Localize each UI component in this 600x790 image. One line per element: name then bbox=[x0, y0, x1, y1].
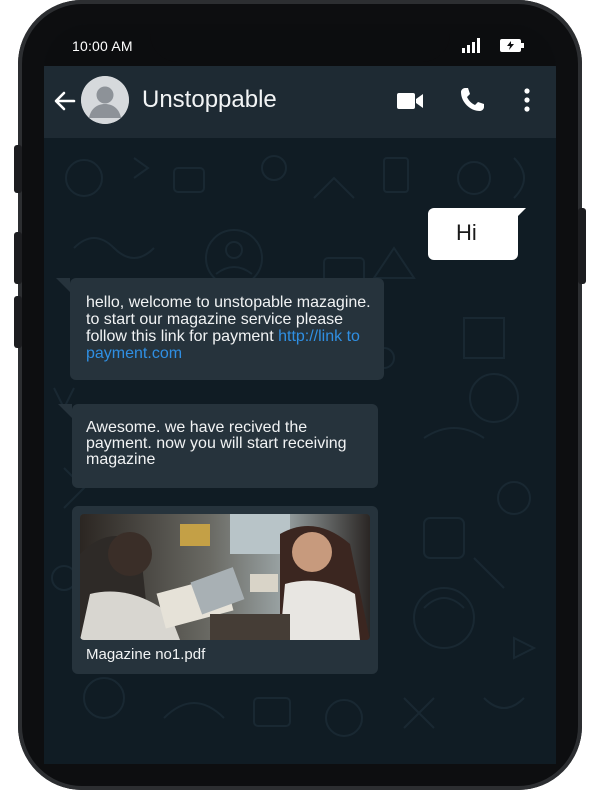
incoming-bubble-tail bbox=[56, 278, 70, 292]
arrow-back-icon[interactable] bbox=[52, 88, 78, 114]
phone-icon[interactable] bbox=[458, 86, 486, 114]
signal-icon bbox=[462, 38, 480, 53]
message-text: Awesome. we have recived the payment. no… bbox=[86, 419, 347, 468]
incoming-bubble-tail bbox=[58, 404, 72, 418]
volume-up-button bbox=[14, 232, 22, 284]
outgoing-message[interactable]: Hi bbox=[428, 208, 518, 260]
attachment-message[interactable]: Magazine no1.pdf bbox=[72, 506, 378, 674]
attachment-filename: Magazine no1.pdf bbox=[86, 646, 206, 663]
status-time: 10:00 AM bbox=[72, 38, 133, 54]
incoming-message[interactable]: Awesome. we have recived the payment. no… bbox=[72, 404, 378, 488]
message-text: hello, welcome to unstopable mazagine. t… bbox=[86, 294, 376, 362]
mute-switch bbox=[14, 145, 22, 193]
phone-screen: 10:00 AM Unstoppable Hi hello, welcome t… bbox=[44, 24, 556, 764]
more-vertical-icon[interactable] bbox=[518, 86, 536, 114]
magazine-reading-photo bbox=[80, 514, 370, 640]
incoming-message[interactable]: hello, welcome to unstopable mazagine. t… bbox=[70, 278, 384, 380]
battery-icon bbox=[500, 39, 524, 52]
user-avatar-icon bbox=[81, 76, 129, 124]
status-bar: 10:00 AM bbox=[44, 24, 556, 66]
chat-area[interactable]: Hi hello, welcome to unstopable mazagine… bbox=[44, 138, 556, 764]
video-camera-icon[interactable] bbox=[396, 90, 424, 112]
power-button bbox=[578, 208, 586, 284]
notch bbox=[150, 24, 450, 62]
attachment-thumbnail[interactable] bbox=[80, 514, 370, 640]
contact-name[interactable]: Unstoppable bbox=[142, 86, 277, 114]
chat-header: Unstoppable bbox=[44, 66, 556, 138]
message-text: Hi bbox=[456, 220, 477, 245]
volume-down-button bbox=[14, 296, 22, 348]
contact-avatar[interactable] bbox=[81, 76, 129, 124]
